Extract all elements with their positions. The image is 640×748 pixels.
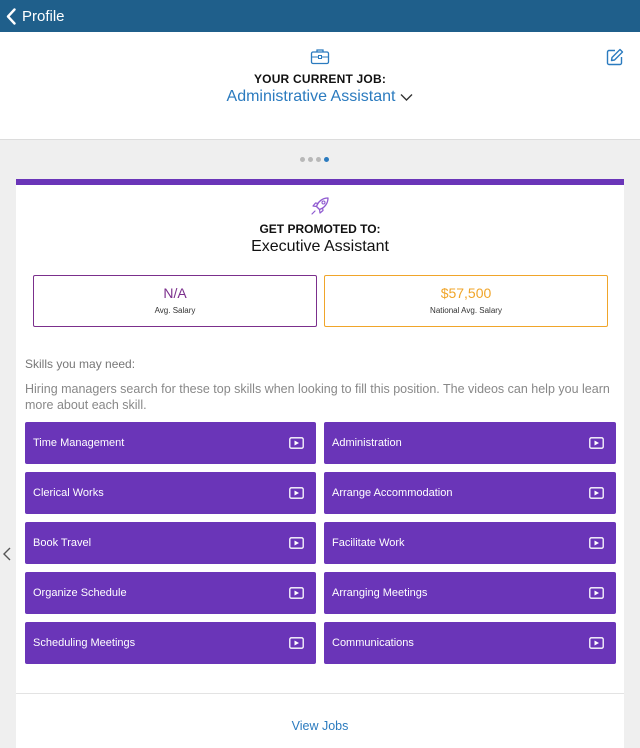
national-salary-box: $57,500 National Avg. Salary [324, 275, 608, 327]
skill-label: Communications [332, 637, 414, 649]
nav-bar: Profile [0, 0, 640, 32]
video-icon [589, 487, 604, 499]
video-icon [589, 537, 604, 549]
video-icon [289, 437, 304, 449]
skill-button[interactable]: Communications [324, 622, 616, 664]
skill-button[interactable]: Book Travel [25, 522, 316, 564]
chevron-left-icon [6, 7, 16, 25]
skill-button[interactable]: Administration [324, 422, 616, 464]
skill-button[interactable]: Facilitate Work [324, 522, 616, 564]
page-dot[interactable] [300, 157, 305, 162]
promotion-title: Executive Assistant [251, 238, 389, 255]
avg-salary-value: N/A [163, 285, 187, 301]
skill-button[interactable]: Arranging Meetings [324, 572, 616, 614]
national-salary-caption: National Avg. Salary [430, 306, 502, 315]
back-label: Profile [22, 7, 65, 25]
briefcase-icon [310, 49, 330, 65]
back-button[interactable]: Profile [6, 4, 65, 28]
avg-salary-caption: Avg. Salary [154, 306, 196, 315]
video-icon [589, 587, 604, 599]
skill-button[interactable]: Scheduling Meetings [25, 622, 316, 664]
page-indicator [300, 157, 329, 162]
skill-label: Scheduling Meetings [33, 637, 136, 649]
page-dot[interactable] [324, 157, 329, 162]
current-job-title: Administrative Assistant [226, 88, 396, 105]
current-job-dropdown[interactable]: Administrative Assistant [0, 88, 640, 106]
skill-label: Facilitate Work [332, 537, 405, 549]
video-icon [289, 487, 304, 499]
rocket-icon [311, 197, 329, 215]
avg-salary-box: N/A Avg. Salary [33, 275, 317, 327]
current-job-label: YOUR CURRENT JOB: [253, 72, 387, 86]
promotion-card: GET PROMOTED TO: Executive Assistant N/A… [16, 179, 624, 748]
skill-label: Book Travel [33, 537, 92, 549]
video-icon [289, 587, 304, 599]
skill-label: Time Management [33, 437, 125, 449]
chevron-down-icon [400, 93, 413, 101]
video-icon [289, 637, 304, 649]
skills-grid: Time Management Administration Clerical … [25, 422, 616, 664]
national-salary-value: $57,500 [440, 285, 492, 301]
video-icon [289, 537, 304, 549]
promotion-label: GET PROMOTED TO: [259, 222, 381, 236]
skill-label: Administration [332, 437, 402, 449]
view-jobs-link[interactable]: View Jobs [16, 719, 624, 733]
skill-button[interactable]: Clerical Works [25, 472, 316, 514]
skill-label: Clerical Works [33, 487, 104, 499]
skill-label: Arrange Accommodation [332, 487, 453, 499]
skills-description: Hiring managers search for these top ski… [25, 382, 610, 412]
skill-button[interactable]: Organize Schedule [25, 572, 316, 614]
divider [16, 693, 624, 694]
current-job-panel: YOUR CURRENT JOB: Administrative Assista… [0, 32, 640, 140]
page-dot[interactable] [316, 157, 321, 162]
video-icon [589, 437, 604, 449]
skills-heading: Skills you may need: [25, 357, 136, 371]
edit-icon[interactable] [606, 48, 624, 66]
skill-label: Organize Schedule [33, 587, 127, 599]
page-dot[interactable] [308, 157, 313, 162]
skill-label: Arranging Meetings [332, 587, 428, 599]
chevron-left-icon[interactable] [2, 546, 12, 562]
skill-button[interactable]: Time Management [25, 422, 316, 464]
skill-button[interactable]: Arrange Accommodation [324, 472, 616, 514]
video-icon [589, 637, 604, 649]
